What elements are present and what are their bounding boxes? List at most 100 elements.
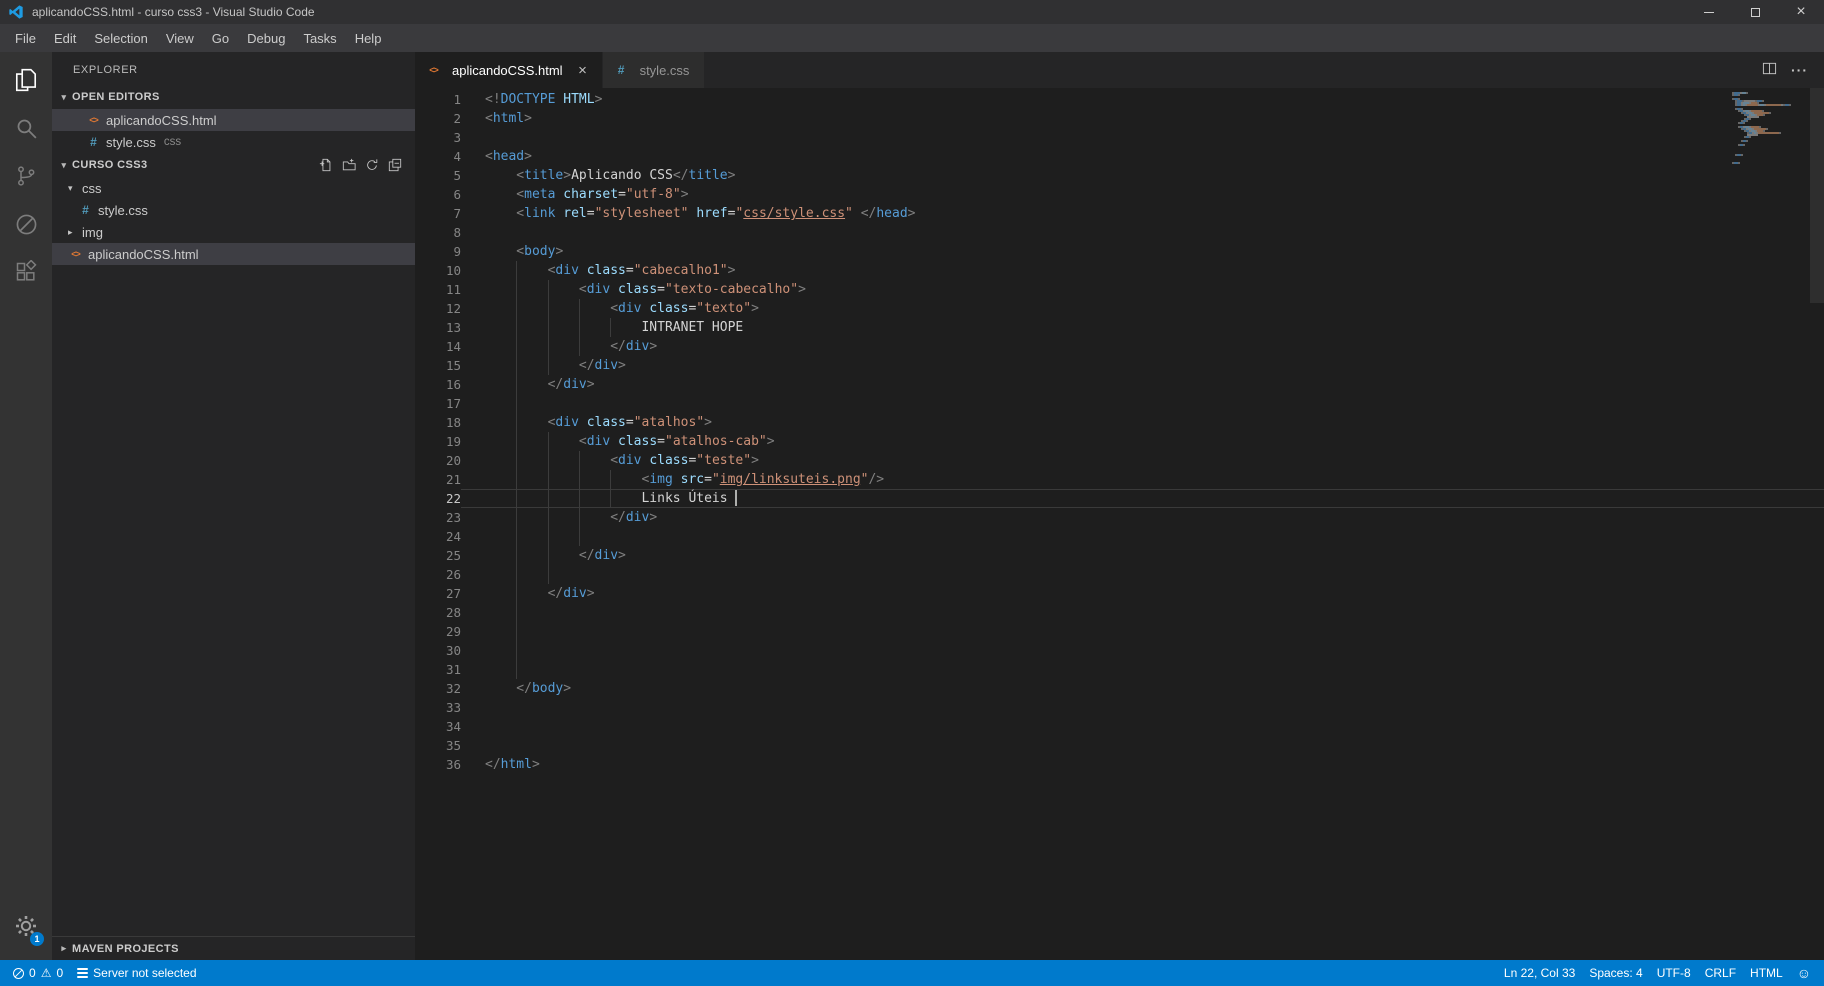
code-line-19[interactable]: 19<div class="atalhos-cab"> (415, 432, 1824, 451)
line-number[interactable]: 28 (415, 603, 461, 622)
menu-tasks[interactable]: Tasks (294, 24, 345, 52)
line-number[interactable]: 3 (415, 128, 461, 147)
code-line-3[interactable]: 3 (415, 128, 1824, 147)
line-number[interactable]: 22 (415, 489, 461, 508)
code-line-25[interactable]: 25</div> (415, 546, 1824, 565)
line-number[interactable]: 30 (415, 641, 461, 660)
line-number[interactable]: 11 (415, 280, 461, 299)
line-number[interactable]: 19 (415, 432, 461, 451)
line-number[interactable]: 1 (415, 90, 461, 109)
menu-view[interactable]: View (157, 24, 203, 52)
line-number[interactable]: 26 (415, 565, 461, 584)
menu-edit[interactable]: Edit (45, 24, 85, 52)
encoding-status[interactable]: UTF-8 (1650, 960, 1698, 986)
minimize-button[interactable] (1686, 0, 1732, 24)
folder-tree-item[interactable]: ▸img (52, 221, 415, 243)
line-number[interactable]: 31 (415, 660, 461, 679)
line-number[interactable]: 5 (415, 166, 461, 185)
settings-gear-icon[interactable]: 1 (0, 902, 52, 950)
new-folder-icon[interactable] (341, 157, 357, 173)
line-number[interactable]: 2 (415, 109, 461, 128)
cursor-position-status[interactable]: Ln 22, Col 33 (1497, 960, 1582, 986)
close-window-button[interactable]: × (1778, 0, 1824, 24)
code-line-29[interactable]: 29 (415, 622, 1824, 641)
line-number[interactable]: 29 (415, 622, 461, 641)
code-line-27[interactable]: 27</div> (415, 584, 1824, 603)
line-number[interactable]: 9 (415, 242, 461, 261)
code-editor[interactable]: 1<!DOCTYPE HTML>2<html>34<head>5<title>A… (415, 88, 1824, 960)
code-line-7[interactable]: 7<link rel="stylesheet" href="css/style.… (415, 204, 1824, 223)
code-line-31[interactable]: 31 (415, 660, 1824, 679)
file-tree-item[interactable]: <>aplicandoCSS.html (52, 243, 415, 265)
tab-style.css[interactable]: #style.css (603, 52, 706, 88)
code-line-15[interactable]: 15</div> (415, 356, 1824, 375)
line-number[interactable]: 36 (415, 755, 461, 774)
section-curso-css3[interactable]: ▾ CURSO CSS3 (52, 153, 415, 177)
code-line-28[interactable]: 28 (415, 603, 1824, 622)
new-file-icon[interactable] (318, 157, 334, 173)
line-number[interactable]: 7 (415, 204, 461, 223)
code-line-9[interactable]: 9<body> (415, 242, 1824, 261)
tab-aplicandoCSS.html[interactable]: <>aplicandoCSS.html× (415, 52, 603, 88)
folder-tree-item[interactable]: ▾css (52, 177, 415, 199)
close-tab-icon[interactable]: × (575, 62, 591, 79)
section-open-editors[interactable]: ▾ OPEN EDITORS (52, 85, 415, 109)
code-line-4[interactable]: 4<head> (415, 147, 1824, 166)
code-line-2[interactable]: 2<html> (415, 109, 1824, 128)
line-number[interactable]: 4 (415, 147, 461, 166)
line-number[interactable]: 23 (415, 508, 461, 527)
code-line-33[interactable]: 33 (415, 698, 1824, 717)
problems-status[interactable]: 0 ⚠ 0 (6, 960, 70, 986)
code-line-35[interactable]: 35 (415, 736, 1824, 755)
line-number[interactable]: 24 (415, 527, 461, 546)
activity-explorer-icon[interactable] (0, 56, 52, 104)
more-actions-icon[interactable]: ··· (1791, 62, 1808, 78)
menu-go[interactable]: Go (203, 24, 238, 52)
line-number[interactable]: 13 (415, 318, 461, 337)
file-tree-item[interactable]: #style.css (52, 199, 415, 221)
collapse-all-icon[interactable] (387, 157, 403, 173)
line-number[interactable]: 21 (415, 470, 461, 489)
code-line-23[interactable]: 23</div> (415, 508, 1824, 527)
code-line-16[interactable]: 16</div> (415, 375, 1824, 394)
line-number[interactable]: 18 (415, 413, 461, 432)
editor-scrollbar[interactable] (1810, 88, 1824, 960)
code-line-26[interactable]: 26 (415, 565, 1824, 584)
code-line-24[interactable]: 24 (415, 527, 1824, 546)
code-line-12[interactable]: 12<div class="texto"> (415, 299, 1824, 318)
line-number[interactable]: 32 (415, 679, 461, 698)
code-line-36[interactable]: 36</html> (415, 755, 1824, 774)
code-line-22[interactable]: 22Links Úteis (415, 489, 1824, 508)
line-number[interactable]: 6 (415, 185, 461, 204)
section-maven-projects[interactable]: ▸ MAVEN PROJECTS (52, 936, 415, 960)
code-line-34[interactable]: 34 (415, 717, 1824, 736)
code-line-5[interactable]: 5<title>Aplicando CSS</title> (415, 166, 1824, 185)
menu-file[interactable]: File (6, 24, 45, 52)
line-number[interactable]: 25 (415, 546, 461, 565)
line-number[interactable]: 15 (415, 356, 461, 375)
code-line-6[interactable]: 6<meta charset="utf-8"> (415, 185, 1824, 204)
code-line-17[interactable]: 17 (415, 394, 1824, 413)
server-status[interactable]: Server not selected (70, 960, 203, 986)
menu-selection[interactable]: Selection (85, 24, 156, 52)
line-number[interactable]: 14 (415, 337, 461, 356)
activity-source-control-icon[interactable] (0, 152, 52, 200)
code-line-11[interactable]: 11<div class="texto-cabecalho"> (415, 280, 1824, 299)
minimap[interactable] (1732, 92, 1808, 164)
code-line-8[interactable]: 8 (415, 223, 1824, 242)
line-number[interactable]: 20 (415, 451, 461, 470)
line-number[interactable]: 12 (415, 299, 461, 318)
line-number[interactable]: 27 (415, 584, 461, 603)
open-editor-item[interactable]: #style.csscss (52, 131, 415, 153)
menu-debug[interactable]: Debug (238, 24, 294, 52)
code-line-14[interactable]: 14</div> (415, 337, 1824, 356)
code-line-32[interactable]: 32</body> (415, 679, 1824, 698)
line-number[interactable]: 17 (415, 394, 461, 413)
line-number[interactable]: 8 (415, 223, 461, 242)
maximize-button[interactable] (1732, 0, 1778, 24)
feedback-smiley-icon[interactable]: ☺ (1790, 960, 1818, 986)
line-number[interactable]: 10 (415, 261, 461, 280)
code-line-10[interactable]: 10<div class="cabecalho1"> (415, 261, 1824, 280)
code-line-13[interactable]: 13INTRANET HOPE (415, 318, 1824, 337)
line-number[interactable]: 33 (415, 698, 461, 717)
